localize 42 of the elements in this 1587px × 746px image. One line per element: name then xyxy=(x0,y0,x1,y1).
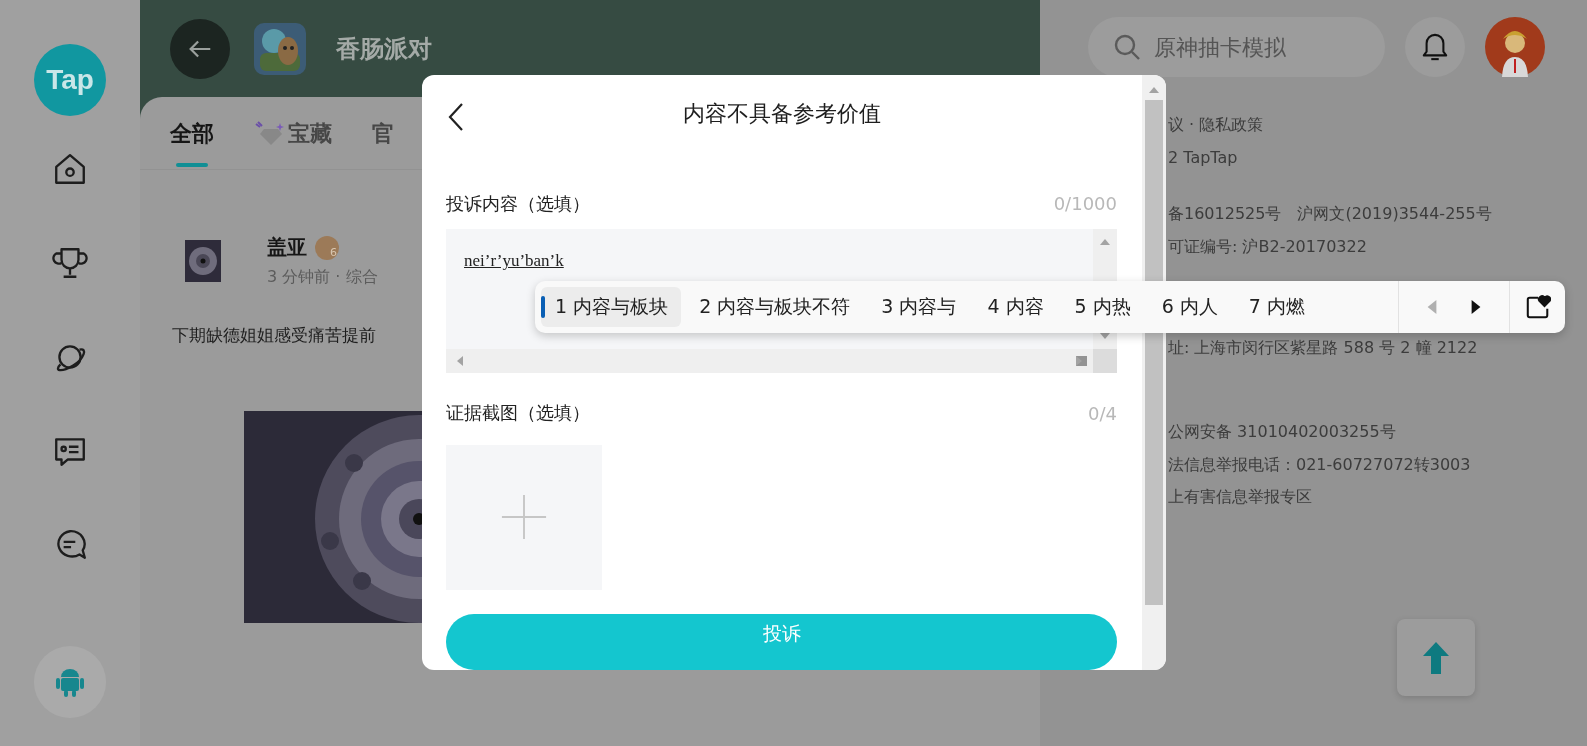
diamond-icon xyxy=(254,121,284,147)
field-label: 证据截图（选填） xyxy=(446,401,590,426)
profile-avatar[interactable] xyxy=(1485,17,1545,77)
game-icon xyxy=(254,22,306,75)
scrollbar-corner xyxy=(1093,349,1117,374)
footer-text: 法信息举报电话：021-60727072转3003 xyxy=(1168,454,1471,476)
image-counter: 0/4 xyxy=(1088,402,1117,424)
arrow-up-icon xyxy=(1423,641,1449,674)
footer-text: 公网安备 31010402003255号 xyxy=(1168,421,1396,443)
user-avatar[interactable] xyxy=(185,240,221,282)
next-page-icon[interactable] xyxy=(1471,300,1481,314)
heart-sticker-icon[interactable] xyxy=(1525,294,1551,320)
level-badge: 6 xyxy=(315,235,339,260)
post-text: 下期缺德姐姐感受痛苦提前 xyxy=(172,324,377,347)
footer-text: 址: 上海市闵行区紫星路 588 号 2 幢 2122 xyxy=(1168,337,1478,359)
android-icon xyxy=(55,666,85,698)
post-meta: 3 分钟前 · 综合 xyxy=(267,267,378,288)
scrollbar[interactable] xyxy=(446,349,1093,374)
home-icon[interactable] xyxy=(52,151,88,187)
trophy-icon[interactable] xyxy=(52,245,88,281)
dialog-title: 内容不具备参考价值 xyxy=(682,99,881,128)
bell-icon xyxy=(1421,32,1449,62)
candidate-item[interactable]: 6 内人 xyxy=(1147,287,1231,327)
search-field[interactable]: 原神抽卡模拟 xyxy=(1088,17,1385,77)
tab[interactable]: 全部 xyxy=(168,97,216,169)
game-title: 香肠派对 xyxy=(336,33,432,65)
candidate-item[interactable]: 3 内容与 xyxy=(867,287,970,327)
candidate-item[interactable]: 4 内容 xyxy=(973,287,1057,327)
char-counter: 0/1000 xyxy=(1053,193,1117,215)
back-chevron-icon[interactable] xyxy=(448,102,464,132)
search-icon xyxy=(1113,33,1141,61)
footer-text: 可证编号: 沪B2-20170322 xyxy=(1168,236,1367,258)
field-label: 投诉内容（选填） xyxy=(446,191,590,216)
candidate-item[interactable]: 2 内容与板块不符 xyxy=(685,287,864,327)
footer-text: 议 · 隐私政策 xyxy=(1168,114,1264,136)
footer-text: 上有害信息举报专区 xyxy=(1168,486,1312,508)
footer-text: 2 TapTap xyxy=(1168,147,1238,169)
candidate-item[interactable]: 7 内燃 xyxy=(1234,287,1318,327)
author-name[interactable]: 盖亚 xyxy=(267,234,307,261)
plus-icon xyxy=(500,493,548,542)
footer-text: 备16012525号 沪网文(2019)3544-255号 xyxy=(1168,203,1492,225)
candidate-item[interactable]: 1 内容与板块 xyxy=(541,287,682,327)
